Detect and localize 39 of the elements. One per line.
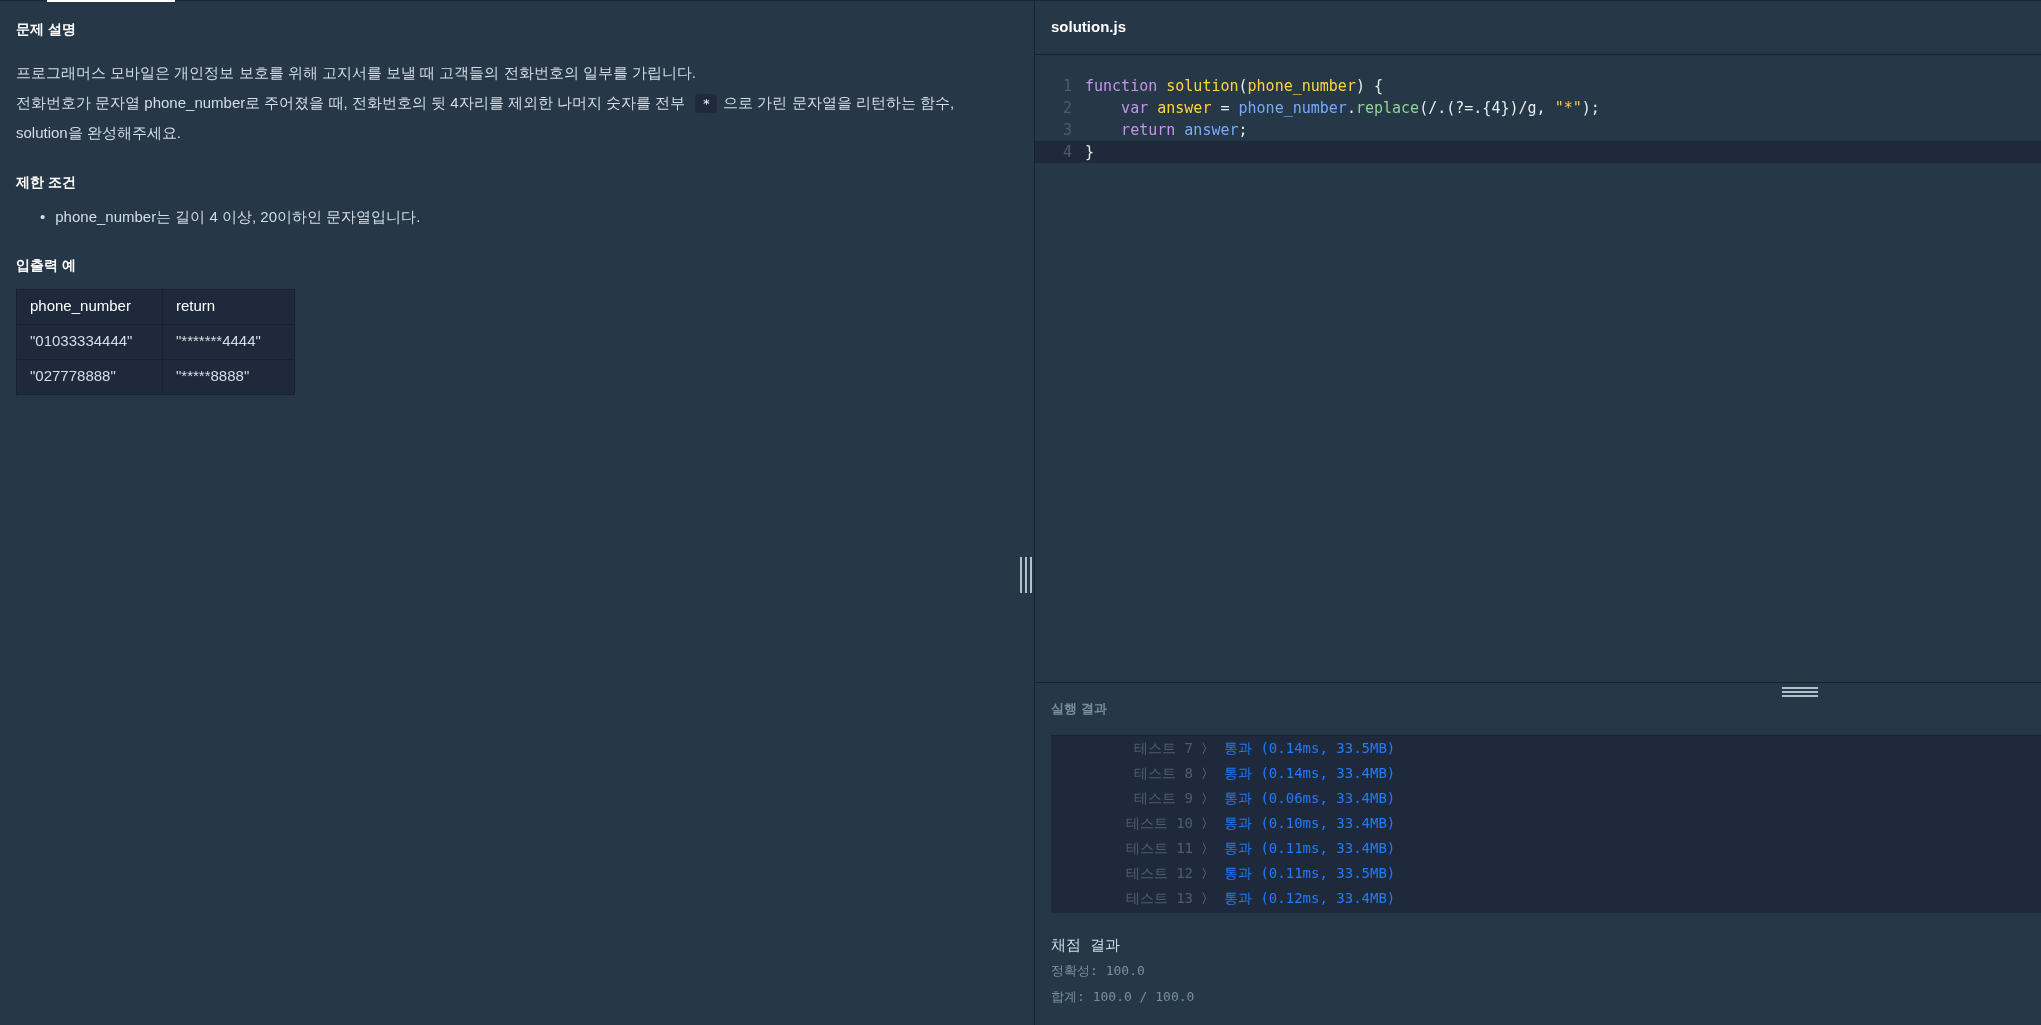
test-result: 통과 (0.11ms, 33.4MB) — [1224, 839, 1396, 858]
chevron-icon: 〉 — [1201, 738, 1214, 759]
column-header: phone_number — [16, 289, 163, 324]
chevron-icon: 〉 — [1201, 888, 1214, 909]
chevron-icon: 〉 — [1201, 763, 1214, 784]
panel-title: 실행 결과 — [1051, 700, 1107, 719]
score-line: 합계: 100.0 / 100.0 — [1051, 988, 1196, 1006]
paragraph: solution을 완성해주세요. — [16, 123, 183, 143]
table-cell: "027778888" — [16, 359, 163, 394]
test-result: 통과 (0.10ms, 33.4MB) — [1224, 814, 1396, 833]
test-result: 통과 (0.11ms, 33.5MB) — [1224, 864, 1396, 883]
test-result: 통과 (0.06ms, 33.4MB) — [1224, 789, 1396, 808]
file-tab[interactable]: solution.js — [1051, 16, 1126, 39]
constraint-item: phone_number는 길이 4 이상, 20이하인 문자열입니다. — [55, 206, 421, 227]
test-result: 통과 (0.14ms, 33.4MB) — [1224, 764, 1396, 783]
chevron-icon: 〉 — [1201, 788, 1214, 809]
section-heading: 문제 설명 — [16, 20, 77, 39]
code-line: function solution(phone_number) { — [1084, 75, 1384, 97]
code-line: var answer = phone_number.replace(/.(?=.{4})/g, "*"); — [1120, 97, 1600, 119]
chevron-icon: 〉 — [1201, 838, 1214, 859]
test-result: 통과 (0.14ms, 33.5MB) — [1224, 739, 1396, 758]
section-heading: 입출력 예 — [16, 255, 77, 275]
table-cell: "*****8888" — [162, 359, 295, 394]
paragraph: 프로그래머스 모바일은 개인정보 보호를 위해 고지서를 보낼 때 고객들의 전화번호의 일부를 가립니다. — [16, 63, 697, 83]
chevron-icon: 〉 — [1201, 813, 1214, 834]
code-line: } — [1084, 141, 1095, 163]
test-result: 통과 (0.12ms, 33.4MB) — [1224, 889, 1396, 908]
table-cell: "*******4444" — [162, 324, 295, 359]
section-heading: 채점 결과 — [1051, 935, 1122, 956]
splitter-handle-icon[interactable] — [1020, 557, 1032, 593]
code-line: return answer; — [1120, 119, 1248, 141]
table-cell: "01033334444" — [16, 324, 163, 359]
column-header: return — [162, 289, 295, 324]
resize-handle-icon[interactable] — [1782, 687, 1818, 697]
bullet-icon: • — [40, 202, 46, 231]
score-line: 정확성: 100.0 — [1051, 962, 1146, 980]
section-heading: 제한 조건 — [16, 172, 77, 192]
chevron-icon: 〉 — [1201, 863, 1214, 884]
paragraph: 전화번호가 문자열 phone_number로 주어졌을 때, 전화번호의 뒷 4자리를 제외한 나머지 숫자를 전부 * 으로 가린 문자열을 리턴하는 함수, — [16, 92, 956, 115]
